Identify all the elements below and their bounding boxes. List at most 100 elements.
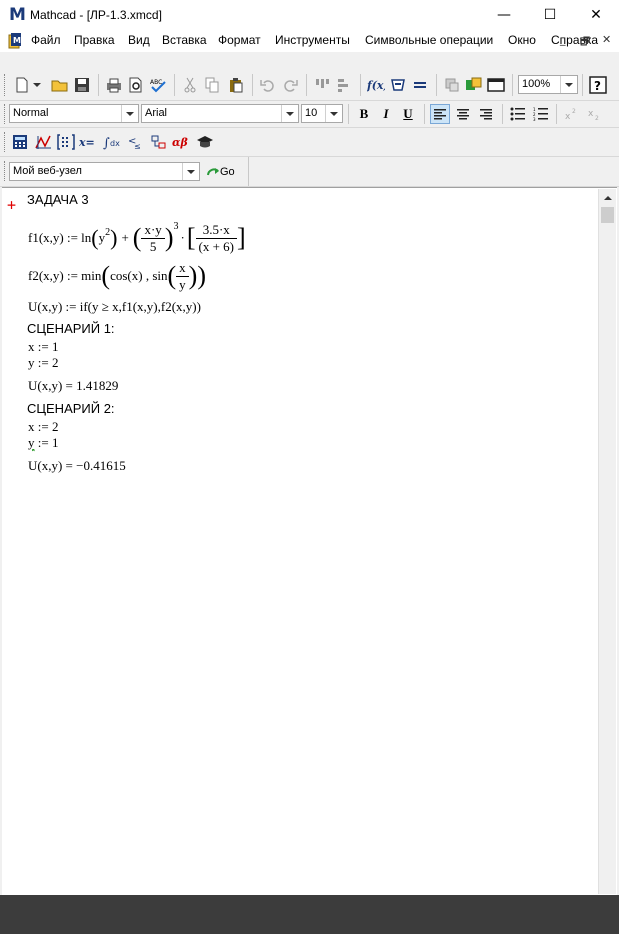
new-dropdown-icon[interactable] bbox=[32, 75, 42, 95]
scenario-2-x[interactable]: x := 2 bbox=[28, 419, 58, 435]
zoom-select[interactable]: 100% bbox=[518, 75, 578, 94]
mdi-close-button[interactable]: ✕ bbox=[602, 33, 611, 46]
scenario-2-y[interactable]: y := 1 bbox=[28, 435, 58, 451]
svg-text:3: 3 bbox=[533, 117, 536, 121]
align-left-icon[interactable] bbox=[334, 75, 354, 95]
chevron-down-icon[interactable] bbox=[325, 105, 342, 122]
menu-help[interactable]: Справка bbox=[551, 33, 598, 47]
f1-plus: + bbox=[121, 230, 129, 245]
calculus-icon[interactable]: ∫ dx bbox=[103, 132, 123, 152]
greek-icon[interactable]: αβ bbox=[172, 132, 192, 152]
align-left-text-icon[interactable] bbox=[430, 104, 450, 124]
heading-task[interactable]: ЗАДАЧА 3 bbox=[27, 192, 89, 207]
minimize-button[interactable]: — bbox=[481, 0, 527, 30]
chevron-down-icon[interactable] bbox=[121, 105, 138, 122]
programming-icon[interactable] bbox=[149, 132, 169, 152]
scroll-up-icon[interactable] bbox=[599, 189, 616, 206]
menu-view[interactable]: Вид bbox=[128, 33, 150, 47]
toolbar-grip[interactable] bbox=[4, 104, 8, 124]
toolbar-grip[interactable] bbox=[4, 161, 8, 181]
scenario-1-result[interactable]: U(x,y) = 1.41829 bbox=[28, 378, 118, 394]
copy-icon[interactable] bbox=[202, 75, 222, 95]
scenario-1-x[interactable]: x := 1 bbox=[28, 339, 58, 355]
print-icon[interactable] bbox=[104, 75, 124, 95]
bullet-list-icon[interactable] bbox=[508, 104, 528, 124]
scenario-1-title[interactable]: СЦЕНАРИЙ 1: bbox=[27, 321, 115, 336]
matrix-icon[interactable] bbox=[56, 132, 76, 152]
undo-icon[interactable] bbox=[258, 75, 278, 95]
insert-unit-icon[interactable] bbox=[388, 75, 408, 95]
calculate-icon[interactable] bbox=[410, 75, 430, 95]
font-select[interactable]: Arial bbox=[141, 104, 299, 123]
spell-check-icon[interactable]: ABC bbox=[148, 75, 168, 95]
close-button[interactable]: ✕ bbox=[573, 0, 619, 30]
go-button[interactable]: Go bbox=[206, 162, 246, 182]
superscript-icon[interactable]: x2 bbox=[562, 104, 582, 124]
menu-edit[interactable]: Правка bbox=[74, 33, 115, 47]
menu-symbolics[interactable]: Символьные операции bbox=[365, 33, 493, 47]
redo-icon[interactable] bbox=[280, 75, 300, 95]
insert-function-icon[interactable]: f(x) bbox=[366, 75, 386, 95]
toolbar-grip[interactable] bbox=[4, 132, 8, 152]
toolbar-grip[interactable] bbox=[4, 74, 8, 96]
align-center-text-icon[interactable] bbox=[453, 104, 473, 124]
new-icon[interactable] bbox=[12, 75, 32, 95]
menu-window[interactable]: Окно bbox=[508, 33, 536, 47]
worksheet-area[interactable]: + ЗАДАЧА 3 f1(x,y) := ln ( y 2 ) + ( x·y… bbox=[2, 187, 617, 895]
boolean-icon[interactable]: < ≤ bbox=[126, 132, 146, 152]
chevron-down-icon[interactable] bbox=[281, 105, 298, 122]
evaluation-icon[interactable]: x= bbox=[79, 132, 99, 152]
mdi-minimize-button[interactable]: _ bbox=[560, 33, 566, 46]
open-icon[interactable] bbox=[50, 75, 70, 95]
font-size-select[interactable]: 10 bbox=[301, 104, 343, 123]
mdi-restore-button[interactable]: 🗗 bbox=[580, 33, 590, 52]
svg-text:f(x): f(x) bbox=[367, 79, 385, 92]
style-value: Normal bbox=[13, 107, 49, 119]
f1-den2: (x + 6) bbox=[198, 238, 235, 254]
scenario-2-result[interactable]: U(x,y) = −0.41615 bbox=[28, 458, 126, 474]
graph-icon[interactable] bbox=[33, 132, 53, 152]
align-right-text-icon[interactable] bbox=[476, 104, 496, 124]
window-title: Mathcad - [ЛР-1.3.xmcd] bbox=[30, 8, 162, 22]
go-label: Go bbox=[220, 166, 235, 178]
f2-definition[interactable]: f2(x,y) := min ( cos(x) , sin ( x y )) bbox=[28, 258, 206, 294]
scroll-thumb[interactable] bbox=[601, 207, 614, 223]
italic-button[interactable]: I bbox=[376, 104, 396, 124]
underline-button[interactable]: U bbox=[398, 104, 418, 124]
help-icon[interactable]: ? bbox=[588, 75, 608, 95]
calculator-icon[interactable] bbox=[10, 132, 30, 152]
menu-file[interactable]: Файл bbox=[31, 33, 61, 47]
f1-exp-3: 3 bbox=[173, 220, 179, 232]
numbered-list-icon[interactable]: 123 bbox=[531, 104, 551, 124]
component-icon[interactable] bbox=[442, 75, 462, 95]
menu-format[interactable]: Формат bbox=[218, 33, 261, 47]
save-icon[interactable] bbox=[72, 75, 92, 95]
scenario-2-title[interactable]: СЦЕНАРИЙ 2: bbox=[27, 401, 115, 416]
f1-definition[interactable]: f1(x,y) := ln ( y 2 ) + ( x·y 5 ) 3 · [ … bbox=[28, 220, 246, 256]
bold-button[interactable]: B bbox=[354, 104, 374, 124]
font-value: Arial bbox=[145, 107, 168, 119]
menu-insert[interactable]: Вставка bbox=[162, 33, 207, 47]
go-arrow-icon bbox=[207, 168, 219, 176]
vertical-scrollbar[interactable] bbox=[598, 189, 616, 894]
subscript-icon[interactable]: x2 bbox=[585, 104, 605, 124]
f2-lhs: f2(x,y) := min bbox=[28, 268, 102, 283]
paste-icon[interactable] bbox=[226, 75, 246, 95]
maximize-button[interactable]: ☐ bbox=[527, 0, 573, 30]
print-preview-icon[interactable] bbox=[126, 75, 146, 95]
menu-tools[interactable]: Инструменты bbox=[275, 33, 350, 47]
symbolic-icon[interactable] bbox=[195, 132, 215, 152]
cut-icon[interactable] bbox=[180, 75, 200, 95]
style-select[interactable]: Normal bbox=[9, 104, 139, 123]
scenario-1-y[interactable]: y := 2 bbox=[28, 355, 58, 371]
f1-num1: x·y bbox=[141, 222, 165, 239]
window-icon[interactable] bbox=[486, 75, 506, 95]
resource-select[interactable]: Мой веб-узел bbox=[9, 162, 200, 181]
resource-center-icon[interactable] bbox=[464, 75, 484, 95]
chevron-down-icon[interactable] bbox=[182, 163, 199, 180]
f1-fraction-35x: 3.5·x (x + 6) bbox=[195, 222, 237, 255]
u-definition[interactable]: U(x,y) := if(y ≥ x,f1(x,y),f2(x,y)) bbox=[28, 299, 201, 315]
f2-fraction: x y bbox=[176, 260, 189, 293]
chevron-down-icon[interactable] bbox=[560, 76, 577, 93]
align-top-icon[interactable] bbox=[312, 75, 332, 95]
